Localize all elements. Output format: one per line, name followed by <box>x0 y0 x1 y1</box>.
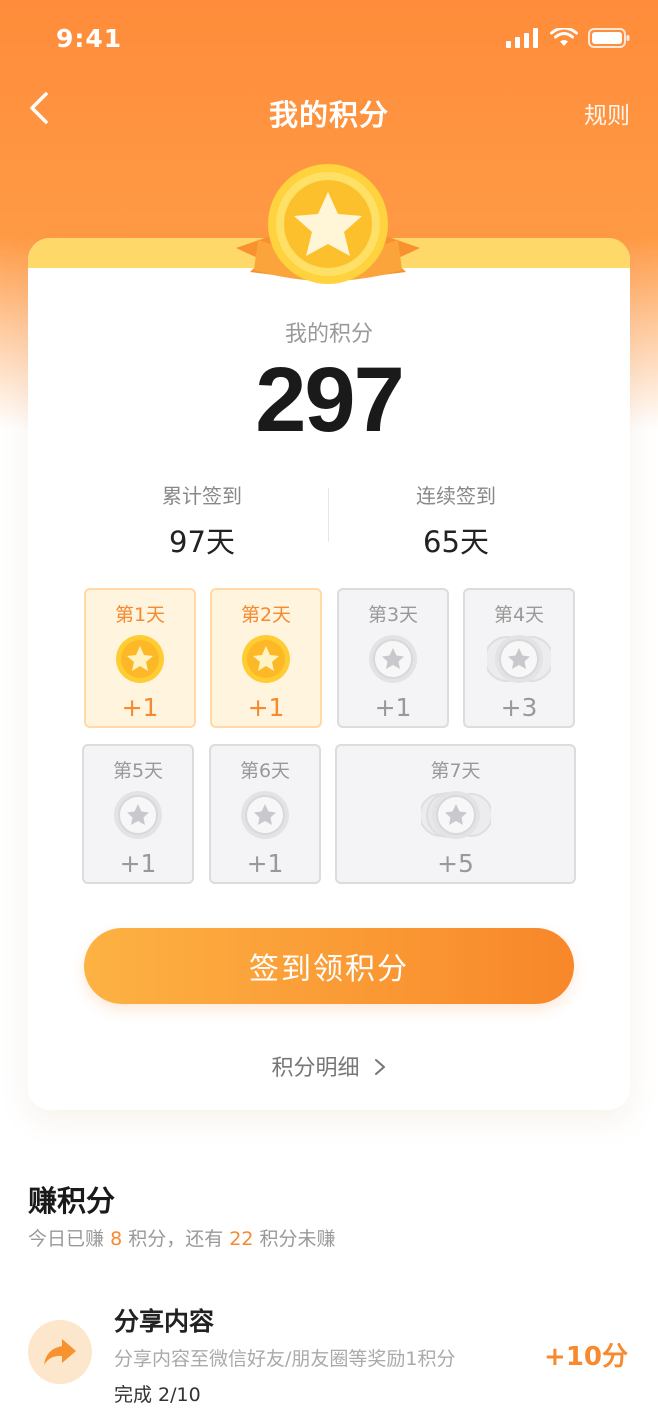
gold-coin-icon <box>116 635 164 683</box>
silver-coin-icon <box>114 791 162 839</box>
total-checkin-label: 累计签到 <box>162 484 242 508</box>
stat-divider <box>328 488 329 542</box>
silver-coins-pile-icon <box>420 791 491 839</box>
points-value: 297 <box>255 349 405 451</box>
day-tile-7[interactable]: 第7天 +5 <box>335 744 576 884</box>
day-bonus: +1 <box>121 693 159 722</box>
task-progress: 完成 2/10 <box>114 1384 201 1406</box>
earn-summary-suffix: 积分未赚 <box>259 1228 336 1250</box>
status-icons <box>506 28 630 48</box>
earn-summary-middle: 积分，还有 <box>128 1228 224 1250</box>
silver-coins-stack-icon <box>487 635 551 683</box>
total-checkin-value: 97天 <box>169 525 235 559</box>
day-tile-2[interactable]: 第2天 +1 <box>210 588 322 728</box>
streak-checkin-value: 65天 <box>423 525 489 559</box>
day-bonus: +1 <box>247 693 285 722</box>
task-title: 分享内容 <box>114 1307 215 1336</box>
streak-checkin-label: 连续签到 <box>416 484 496 508</box>
wifi-icon <box>550 28 578 46</box>
task-description: 分享内容至微信好友/朋友圈等奖励1积分 <box>114 1348 456 1370</box>
earn-summary-prefix: 今日已赚 <box>28 1228 105 1250</box>
chevron-right-icon <box>374 1059 385 1075</box>
day-label: 第6天 <box>239 760 291 782</box>
nav-bar: 我的积分 规则 <box>0 80 658 140</box>
day-tile-1[interactable]: 第1天 +1 <box>84 588 196 728</box>
day-tile-5[interactable]: 第5天 +1 <box>82 744 194 884</box>
streak-checkin-stat: 连续签到 65天 <box>336 480 576 561</box>
day-tile-4[interactable]: 第4天 +3 <box>463 588 575 728</box>
day-bonus: +1 <box>119 849 157 878</box>
points-details-link[interactable]: 积分明细 <box>0 1050 658 1082</box>
day-label: 第5天 <box>112 760 164 782</box>
signin-button[interactable]: 签到领积分 <box>84 928 574 1004</box>
earn-section-title: 赚积分 <box>28 1184 116 1218</box>
day-label: 第3天 <box>367 604 419 626</box>
task-reward[interactable]: +10分 <box>544 1336 628 1373</box>
total-checkin-stat: 累计签到 97天 <box>82 480 322 561</box>
day-bonus: +1 <box>246 849 284 878</box>
day-bonus: +3 <box>500 693 538 722</box>
points-label: 我的积分 <box>284 322 373 347</box>
day-label: 第1天 <box>114 604 166 626</box>
earn-summary: 今日已赚 8 积分，还有 22 积分未赚 <box>28 1224 336 1251</box>
silver-coin-icon <box>241 791 289 839</box>
status-time: 9:41 <box>56 24 123 53</box>
status-bar: 9:41 <box>0 0 658 80</box>
day-tile-3[interactable]: 第3天 +1 <box>337 588 449 728</box>
day-bonus: +1 <box>374 693 412 722</box>
earned-points: 8 <box>110 1228 123 1250</box>
day-bonus: +5 <box>437 849 474 878</box>
rules-link[interactable]: 规则 <box>584 96 630 130</box>
day-label: 第4天 <box>493 604 545 626</box>
share-icon <box>44 1339 76 1365</box>
day-label: 第7天 <box>430 760 481 782</box>
points-details-label: 积分明细 <box>271 1056 360 1081</box>
day-label: 第2天 <box>240 604 292 626</box>
task-icon-badge <box>28 1320 92 1384</box>
battery-icon <box>588 28 630 48</box>
day-tile-6[interactable]: 第6天 +1 <box>209 744 321 884</box>
remaining-points: 22 <box>229 1228 254 1250</box>
silver-coin-icon <box>369 635 417 683</box>
signal-icon <box>506 28 538 48</box>
gold-coin-icon <box>242 635 290 683</box>
page-title: 我的积分 <box>268 98 389 132</box>
medal-star-icon <box>236 164 420 284</box>
